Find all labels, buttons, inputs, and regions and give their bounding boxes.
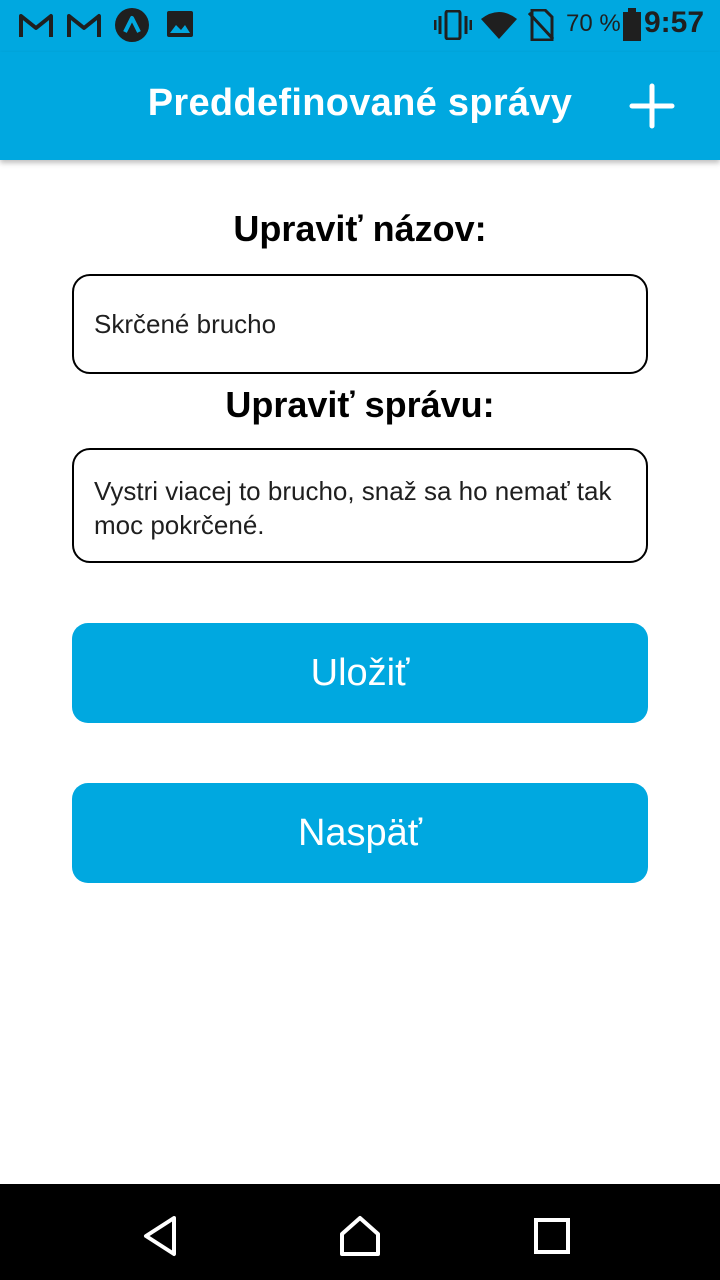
- name-label: Upraviť názov:: [233, 208, 487, 249]
- back-button[interactable]: Naspäť: [72, 783, 648, 883]
- app-bar: Preddefinované správy: [0, 52, 720, 160]
- gmail-icon: [19, 14, 53, 37]
- gmail-icon: [67, 14, 101, 37]
- battery-percent: 70 %: [566, 10, 621, 37]
- status-bar: 70 % 9:57: [0, 0, 720, 52]
- app-icon: [115, 8, 149, 42]
- gallery-icon: [167, 11, 193, 37]
- navigation-bar: [0, 1184, 720, 1280]
- plus-icon[interactable]: [628, 82, 676, 130]
- clock: 9:57: [643, 6, 704, 39]
- home-icon[interactable]: [336, 1212, 384, 1260]
- battery-icon: [623, 8, 641, 41]
- message-input[interactable]: Vystri viacej to brucho, snaž sa ho nema…: [72, 448, 648, 563]
- message-label: Upraviť správu:: [225, 384, 495, 425]
- wifi-icon: [481, 12, 517, 39]
- name-input[interactable]: Skrčené brucho: [72, 274, 648, 374]
- recents-icon[interactable]: [528, 1212, 576, 1260]
- vibrate-icon: [434, 10, 472, 40]
- save-button[interactable]: Uložiť: [72, 623, 648, 723]
- no-sim-icon: [528, 9, 554, 41]
- back-triangle-icon[interactable]: [136, 1212, 184, 1260]
- page-title: Preddefinované správy: [147, 82, 573, 124]
